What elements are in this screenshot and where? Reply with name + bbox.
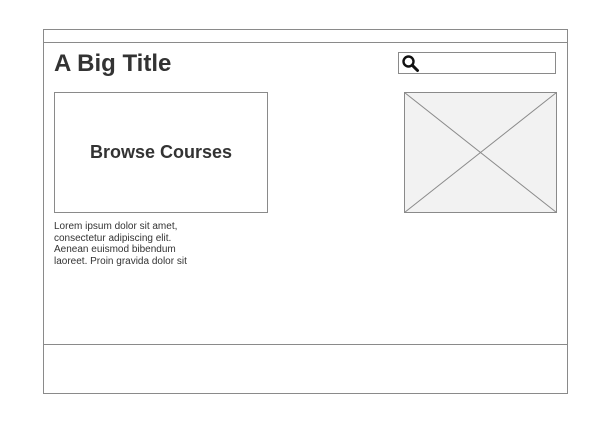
image-placeholder-icon (404, 92, 557, 213)
body-text: Lorem ipsum dolor sit amet, consectetur … (54, 221, 187, 267)
search-input[interactable] (421, 55, 551, 71)
search-icon[interactable] (401, 54, 420, 73)
top-bar (44, 30, 567, 43)
page-frame: A Big Title Browse Courses Lorem ipsum d… (43, 29, 568, 394)
page-title: A Big Title (54, 50, 172, 77)
search-box[interactable] (398, 52, 556, 74)
footer (44, 344, 567, 393)
browse-courses-label: Browse Courses (89, 142, 233, 162)
browse-courses-button[interactable]: Browse Courses (54, 92, 268, 213)
